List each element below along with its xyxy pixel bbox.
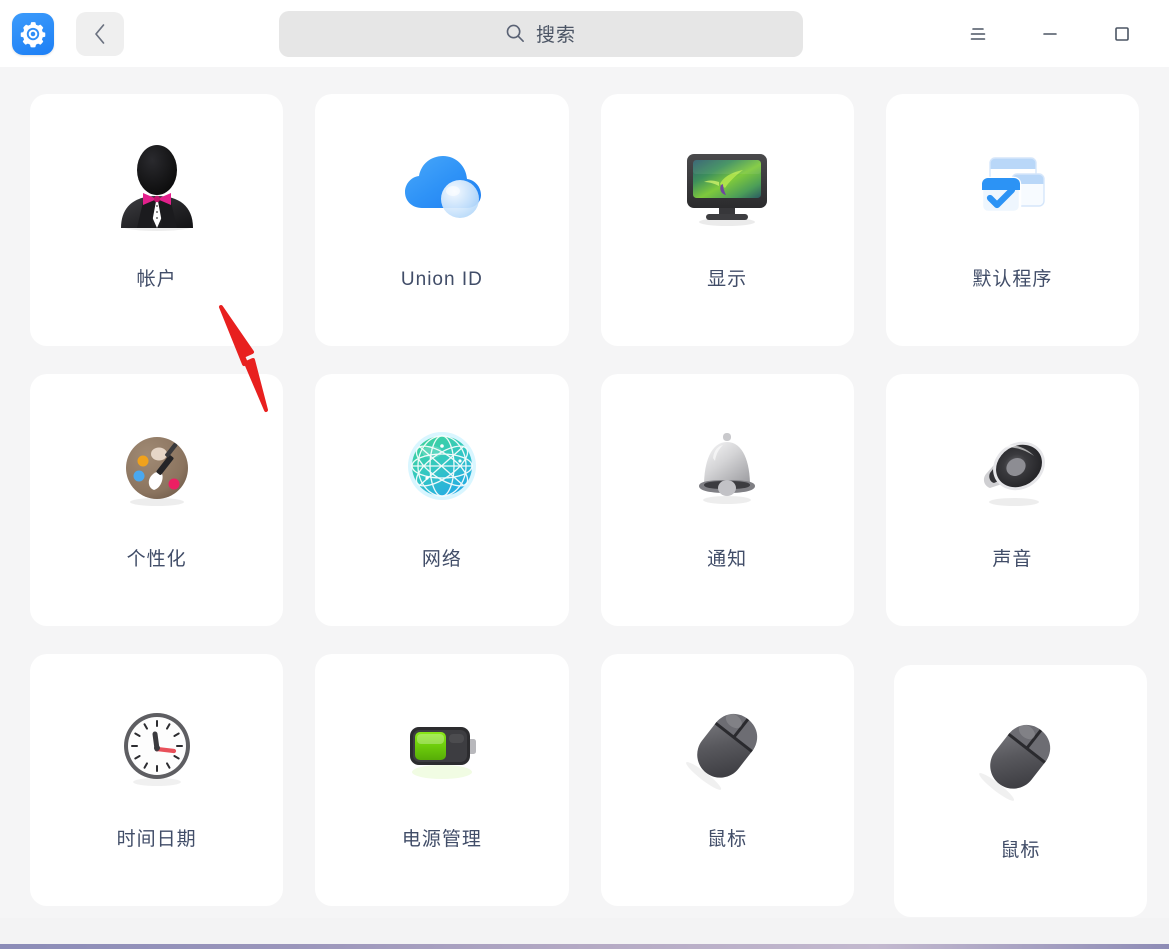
settings-card-label: Union ID xyxy=(400,269,483,290)
window-controls xyxy=(957,13,1153,55)
chevron-left-icon xyxy=(93,23,107,45)
settings-card-default-apps[interactable]: 默认程序 xyxy=(885,94,1139,346)
settings-card-display[interactable]: 显示 xyxy=(600,94,854,346)
mouse-icon xyxy=(966,703,1074,811)
mouse-icon xyxy=(673,692,781,800)
window-bottom-border xyxy=(0,944,1169,949)
settings-gear-icon xyxy=(12,12,54,55)
search-icon xyxy=(505,23,526,44)
settings-card-label: 显示 xyxy=(707,269,748,290)
settings-card-label: 通知 xyxy=(707,549,748,570)
settings-card-label: 鼠标 xyxy=(707,829,748,850)
search-input[interactable]: 搜索 xyxy=(278,10,803,57)
settings-card-label: 帐户 xyxy=(136,269,177,290)
minimize-icon[interactable] xyxy=(1029,13,1071,55)
settings-card-mouse[interactable]: 鼠标 xyxy=(600,654,854,906)
user-avatar-icon xyxy=(103,132,211,240)
settings-card-sound[interactable]: 声音 xyxy=(885,374,1139,626)
search-placeholder: 搜索 xyxy=(535,25,576,46)
settings-card-label: 鼠标 xyxy=(1000,840,1041,861)
maximize-icon[interactable] xyxy=(1101,13,1143,55)
settings-card-label: 声音 xyxy=(992,549,1033,570)
settings-card-label: 网络 xyxy=(421,549,462,570)
bell-icon xyxy=(673,412,781,520)
globe-network-icon xyxy=(388,412,496,520)
clock-icon xyxy=(103,692,211,800)
cloud-icon xyxy=(388,132,496,240)
settings-card-mouse-2[interactable]: 鼠标 xyxy=(893,665,1147,917)
settings-content: 帐户 Union ID 显示 默认程序 个性化 网络 通知 声音 时间日期 电源… xyxy=(0,67,1169,949)
settings-grid: 帐户 Union ID 显示 默认程序 个性化 网络 通知 声音 时间日期 电源… xyxy=(30,94,1147,917)
settings-card-label: 个性化 xyxy=(126,549,187,570)
settings-card-personalization[interactable]: 个性化 xyxy=(30,374,284,626)
settings-window: 搜索 帐户 Union ID 显示 默认程序 个性化 网络 通知 声音 时间日期… xyxy=(0,0,1169,949)
settings-card-label: 电源管理 xyxy=(401,829,482,850)
bottom-fade xyxy=(0,918,1169,944)
settings-card-notification[interactable]: 通知 xyxy=(600,374,854,626)
settings-card-power[interactable]: 电源管理 xyxy=(315,654,569,906)
palette-icon xyxy=(103,412,211,520)
settings-card-label: 默认程序 xyxy=(972,269,1053,290)
default-programs-icon xyxy=(958,132,1066,240)
search-area: 搜索 xyxy=(124,10,957,57)
back-button[interactable] xyxy=(76,11,124,56)
settings-card-account[interactable]: 帐户 xyxy=(30,94,284,346)
monitor-icon xyxy=(673,132,781,240)
settings-card-label: 时间日期 xyxy=(116,829,197,850)
settings-card-datetime[interactable]: 时间日期 xyxy=(30,654,284,906)
settings-card-network[interactable]: 网络 xyxy=(315,374,569,626)
settings-card-union-id[interactable]: Union ID xyxy=(315,94,569,346)
hamburger-menu-icon[interactable] xyxy=(957,13,999,55)
battery-icon xyxy=(388,692,496,800)
titlebar: 搜索 xyxy=(0,0,1169,67)
speaker-icon xyxy=(958,412,1066,520)
